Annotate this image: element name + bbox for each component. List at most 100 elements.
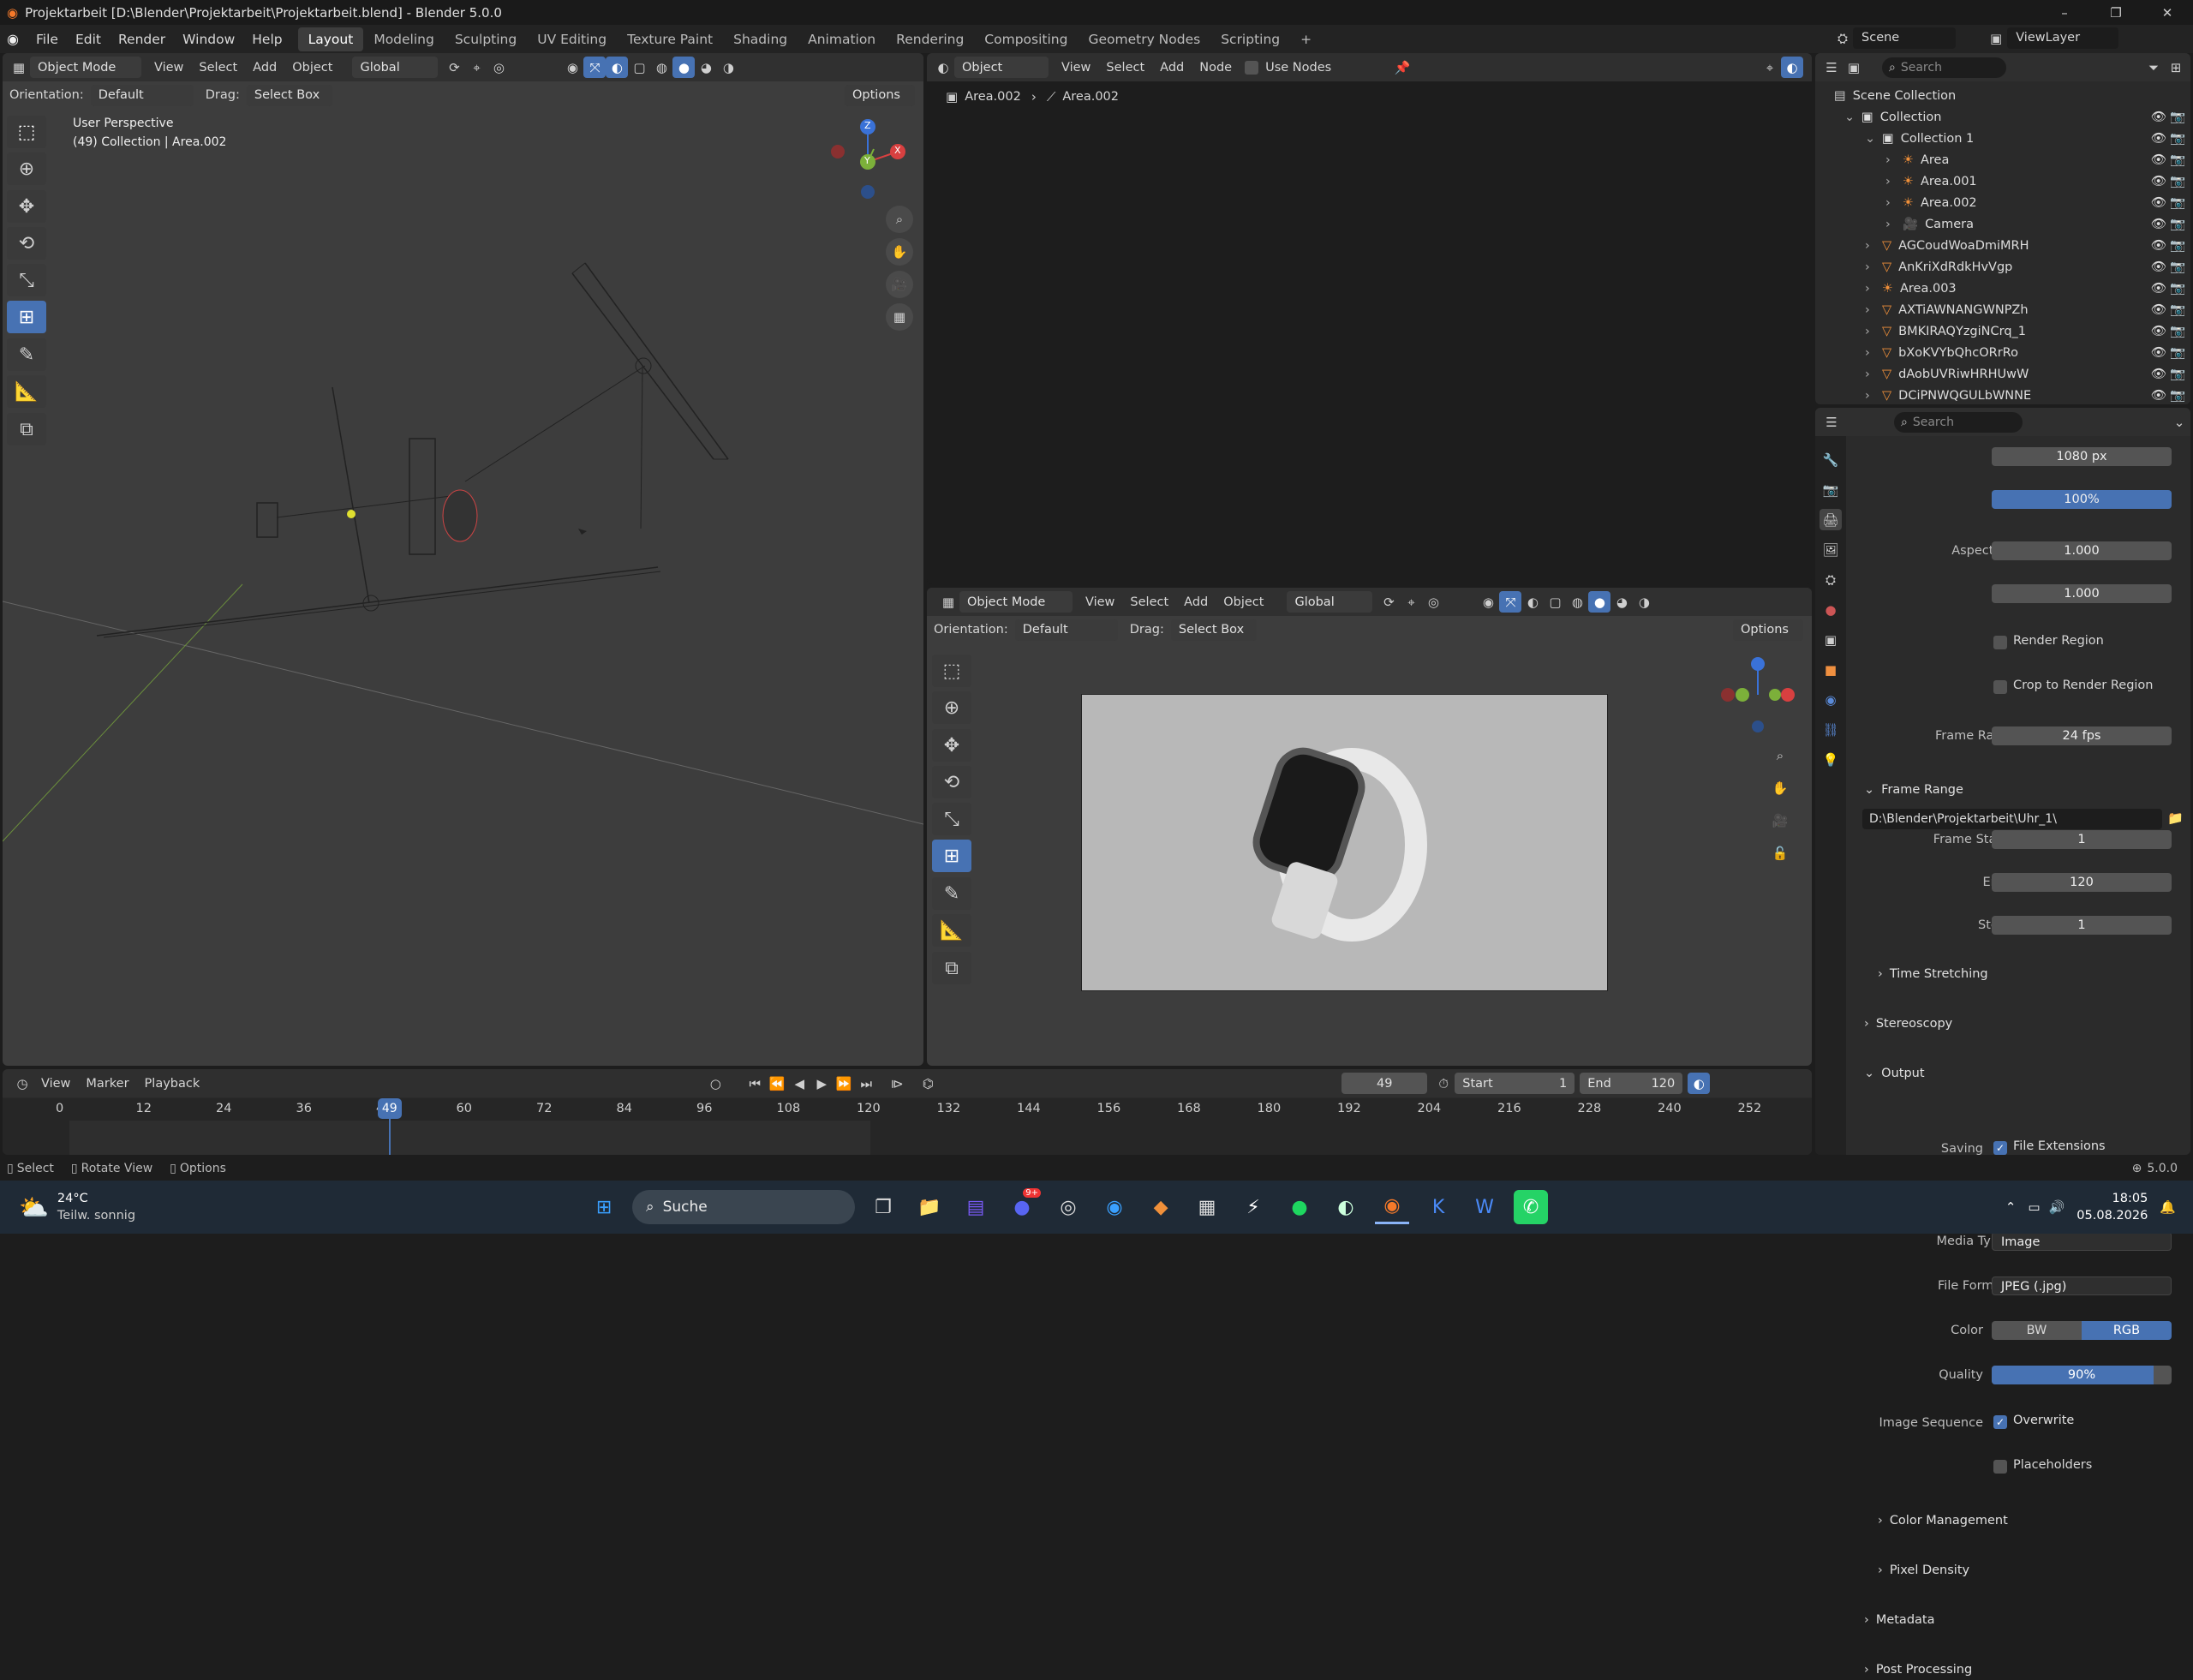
frame-rate-row: Frame Rate 24 fps bbox=[0, 725, 2193, 746]
timeline-tick-label: 132 bbox=[936, 1102, 961, 1115]
frame-end-row: End120 bbox=[0, 871, 2193, 893]
property-field[interactable]: Image bbox=[1992, 1231, 2172, 1251]
discord-icon[interactable]: ● 9+ bbox=[1005, 1188, 1042, 1224]
edge-browser-icon[interactable]: ◉ bbox=[1097, 1190, 1132, 1224]
blender-taskbar-icon[interactable]: ◉ bbox=[1375, 1190, 1410, 1224]
menu-view[interactable]: View bbox=[33, 1077, 78, 1091]
rotate-tool[interactable]: ⟲ bbox=[932, 766, 971, 798]
editor-type-icon[interactable]: ◷ bbox=[11, 1073, 33, 1094]
timeline-tick-label: 228 bbox=[1577, 1102, 1602, 1115]
whatsapp-icon[interactable]: ✆ bbox=[1514, 1190, 1549, 1224]
property-field[interactable]: 100% bbox=[1992, 489, 2172, 509]
volume-icon[interactable]: 🔊 bbox=[2049, 1199, 2065, 1215]
app-icon-circle[interactable]: ◎ bbox=[1051, 1190, 1085, 1224]
timeline-tick-label: 108 bbox=[776, 1102, 801, 1115]
section-title: Time Stretching bbox=[1889, 966, 1988, 981]
mouse-middle-icon: ▯ bbox=[70, 1162, 78, 1175]
camera-viewport[interactable]: ▦ Object Mode View Select Add Object Glo… bbox=[927, 588, 1812, 1066]
chevron-right-icon: › bbox=[1864, 1612, 1869, 1627]
quality-slider[interactable]: 90% bbox=[1992, 1365, 2172, 1384]
word-icon[interactable]: W bbox=[1467, 1190, 1502, 1224]
menu-playback[interactable]: Playback bbox=[137, 1077, 208, 1091]
frame-start-field[interactable]: Start 1 bbox=[1455, 1073, 1575, 1094]
quality-value: 90% bbox=[2067, 1367, 2096, 1382]
timeline-tick-label: 240 bbox=[1658, 1102, 1682, 1115]
record-icon[interactable]: ○ bbox=[704, 1073, 726, 1094]
metadata-section[interactable]: › Metadata bbox=[1864, 1609, 2193, 1630]
property-field[interactable]: JPEG (.jpg) bbox=[1992, 1276, 2172, 1295]
jump-end-icon[interactable]: ⏭ bbox=[855, 1073, 877, 1094]
timeline-tick-label: 216 bbox=[1497, 1102, 1521, 1115]
timeline-tick-label: 96 bbox=[696, 1102, 713, 1115]
output-path-field[interactable]: D:\Blender\Projektarbeit\Uhr_1\ bbox=[1862, 809, 2162, 829]
checkbox-label: File Extensions bbox=[2013, 1139, 2106, 1153]
checkbox[interactable]: ✓ bbox=[1993, 1141, 2014, 1155]
stereoscopy-section[interactable]: › Stereoscopy bbox=[1864, 1013, 2193, 1034]
checkbox[interactable] bbox=[1993, 1460, 2014, 1474]
keying-icon[interactable]: ⧐ bbox=[886, 1073, 908, 1094]
network-tray-icon[interactable]: ▭ bbox=[2028, 1199, 2040, 1215]
frame-end-field[interactable]: End 120 bbox=[1580, 1073, 1683, 1094]
jump-keyframe-back-icon[interactable]: ⏪ bbox=[766, 1073, 788, 1094]
task-view-icon[interactable]: ❐ bbox=[866, 1190, 900, 1224]
time-stretching-section[interactable]: › Time Stretching bbox=[1878, 963, 2193, 984]
play-reverse-icon[interactable]: ◀ bbox=[788, 1073, 810, 1094]
notes-app-icon[interactable]: ▤ bbox=[959, 1190, 993, 1224]
property-field[interactable]: 1.000 bbox=[1992, 541, 2172, 560]
checkbox[interactable] bbox=[1993, 636, 2014, 649]
property-label: End bbox=[1825, 876, 2006, 889]
section-title: Stereoscopy bbox=[1875, 1016, 1953, 1031]
aspect-y-row: Y1.000 bbox=[0, 583, 2193, 604]
add-cube-tool[interactable]: ⧉ bbox=[932, 952, 971, 984]
menu-marker[interactable]: Marker bbox=[78, 1077, 136, 1091]
property-field[interactable]: 1.000 bbox=[1992, 583, 2172, 603]
data-tab-icon[interactable]: 💡 bbox=[1820, 749, 1842, 770]
taskbar-search-label: Suche bbox=[662, 1199, 708, 1216]
app-icon-bolt[interactable]: ⚡ bbox=[1236, 1190, 1270, 1224]
toolbar: ⬚ ⊕ ✥ ⟲ ⤡ ⊞ ✎ 📐 ⧉ bbox=[932, 655, 971, 989]
timeline-scrubber[interactable]: 0122436486072849610812013214415616818019… bbox=[3, 1098, 1812, 1155]
property-label: Image Sequence bbox=[1879, 1415, 1983, 1430]
pan-hand-icon[interactable]: ✋ bbox=[1766, 774, 1794, 802]
checkbox[interactable] bbox=[1993, 680, 2014, 694]
playhead[interactable]: 49 bbox=[377, 1098, 402, 1119]
color-bw-button[interactable]: BW bbox=[1992, 1320, 2082, 1340]
jump-start-icon[interactable]: ⏮ bbox=[744, 1073, 766, 1094]
post-processing-section[interactable]: › Post Processing bbox=[1864, 1659, 2193, 1680]
aspect-x-row: Aspect X 1.000 bbox=[0, 540, 2193, 561]
overlay-toggle-icon[interactable]: ◐ bbox=[1688, 1073, 1711, 1094]
notification-icon[interactable]: 🔔 bbox=[2160, 1199, 2176, 1215]
property-label: Quality bbox=[1939, 1367, 1983, 1382]
property-field[interactable]: 1080 px bbox=[1992, 446, 2172, 466]
frame-range-section[interactable]: ⌄ Frame Range bbox=[1864, 779, 2193, 800]
property-field[interactable]: 1 bbox=[1992, 915, 2172, 935]
status-options: Options bbox=[179, 1162, 226, 1175]
weather-icon[interactable]: ⛅ bbox=[19, 1193, 49, 1222]
pixel-density-section[interactable]: › Pixel Density bbox=[1878, 1559, 2193, 1581]
property-label: Saving bbox=[1940, 1141, 1983, 1156]
mouse-left-icon: ▯ bbox=[7, 1162, 14, 1175]
color-rgb-button[interactable]: RGB bbox=[2082, 1320, 2172, 1340]
file-explorer-icon[interactable]: 📁 bbox=[912, 1190, 947, 1224]
app-icon-orange[interactable]: ◆ bbox=[1144, 1190, 1178, 1224]
play-icon[interactable]: ▶ bbox=[810, 1073, 833, 1094]
spotify-icon[interactable]: ● bbox=[1282, 1190, 1317, 1224]
jump-keyframe-forward-icon[interactable]: ⏩ bbox=[833, 1073, 855, 1094]
checkbox[interactable]: ✓ bbox=[1993, 1415, 2014, 1429]
crop-region-row: Crop to Render Region bbox=[0, 677, 2193, 698]
property-field[interactable]: 24 fps bbox=[1992, 726, 2172, 745]
app-icon-k[interactable]: K bbox=[1421, 1190, 1455, 1224]
app-icon-grid[interactable]: ▦ bbox=[1190, 1190, 1224, 1224]
auto-key-icon[interactable]: ⌬ bbox=[917, 1073, 939, 1094]
color-management-section[interactable]: › Color Management bbox=[1878, 1510, 2193, 1531]
tray-chevron-icon[interactable]: ⌃ bbox=[2005, 1199, 2017, 1215]
steam-icon[interactable]: ◐ bbox=[1329, 1190, 1363, 1224]
windows-start-icon[interactable]: ⊞ bbox=[587, 1190, 621, 1224]
property-field[interactable]: 1 bbox=[1992, 829, 2172, 849]
property-field[interactable]: 120 bbox=[1992, 872, 2172, 892]
folder-icon[interactable]: 📁 bbox=[2167, 810, 2184, 826]
current-frame-field[interactable]: 49 bbox=[1341, 1073, 1428, 1094]
output-section[interactable]: ⌄ Output bbox=[1864, 1062, 2193, 1084]
taskbar-search[interactable]: ⌕ Suche bbox=[632, 1190, 856, 1224]
timeline[interactable]: ◷ View Marker Playback ○ ⏮ ⏪ ◀ ▶ ⏩ ⏭ ⧐ ⌬… bbox=[3, 1069, 1812, 1155]
